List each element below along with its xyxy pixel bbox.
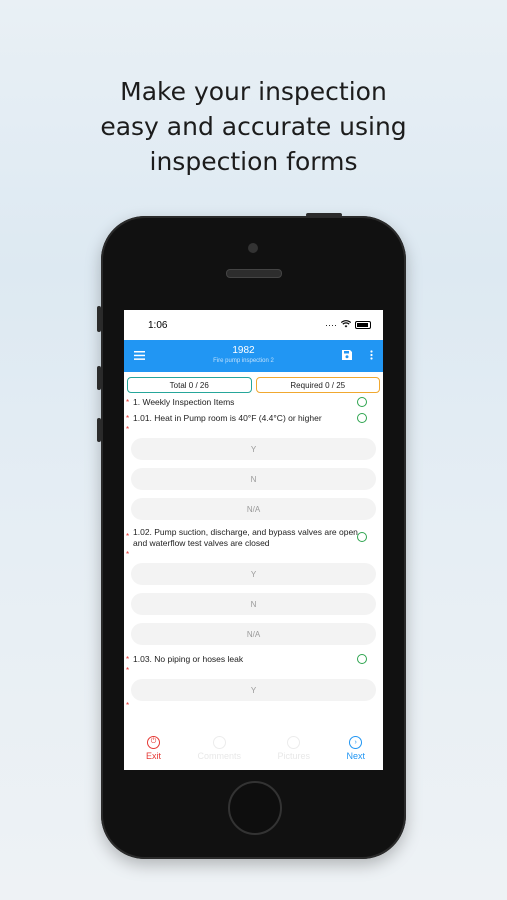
answer-yes-button[interactable]: Y <box>131 438 376 460</box>
power-button <box>306 213 342 217</box>
headline: Make your inspection easy and accurate u… <box>0 74 507 179</box>
question-1: * 1. Weekly Inspection Items <box>124 396 383 409</box>
progress-counters: Total 0 / 26 Required 0 / 25 <box>124 372 383 396</box>
pictures-button[interactable]: Pictures <box>277 735 310 761</box>
headline-line-2: easy and accurate using <box>100 112 407 141</box>
answer-required-marker: * <box>124 701 383 710</box>
answer-no-button[interactable]: N <box>131 593 376 615</box>
next-button[interactable]: › Next <box>346 735 365 761</box>
question-1-02-label: 1.02. Pump suction, discharge, and bypas… <box>133 527 358 548</box>
required-star: * <box>126 701 130 710</box>
answer-required-marker: * <box>124 666 383 675</box>
status-circle-icon <box>357 654 367 664</box>
required-star: * <box>126 655 130 664</box>
exit-icon: ⏻ <box>147 735 160 749</box>
question-1-03-label: 1.03. No piping or hoses leak <box>133 654 244 664</box>
question-1-01: * 1.01. Heat in Pump room is 40°F (4.4°C… <box>124 412 383 425</box>
required-star: * <box>126 414 130 423</box>
exit-label: Exit <box>146 750 162 761</box>
camera-icon <box>287 735 301 749</box>
mute-switch <box>97 306 101 332</box>
signal-icon: ···· <box>325 320 337 330</box>
status-icons: ···· <box>325 320 371 330</box>
phone-screen: 1:06 ···· 1982 Fire pump inspection 2 To… <box>124 310 383 770</box>
more-options-icon[interactable] <box>370 349 373 363</box>
front-camera <box>248 243 258 253</box>
comment-icon <box>212 735 226 749</box>
pictures-label: Pictures <box>277 750 310 761</box>
status-time: 1:06 <box>148 319 168 331</box>
headline-line-3: inspection forms <box>149 147 358 176</box>
form-title: 1982 <box>232 345 255 356</box>
answer-required-marker: * <box>124 550 383 559</box>
status-circle-icon <box>357 532 367 542</box>
home-button[interactable] <box>228 781 282 835</box>
earpiece-speaker <box>226 269 282 278</box>
answer-yes-button[interactable]: Y <box>131 563 376 585</box>
save-icon[interactable] <box>341 349 352 363</box>
required-star: * <box>126 425 130 434</box>
wifi-icon <box>340 320 352 330</box>
question-1-02: * 1.02. Pump suction, discharge, and byp… <box>124 526 383 550</box>
answer-na-button[interactable]: N/A <box>131 498 376 520</box>
app-bar-actions <box>341 349 373 363</box>
required-star: * <box>126 532 130 541</box>
total-counter: Total 0 / 26 <box>127 377 252 393</box>
answer-no-button[interactable]: N <box>131 468 376 490</box>
status-circle-icon <box>357 413 367 423</box>
required-counter: Required 0 / 25 <box>255 377 380 393</box>
question-1-label: 1. Weekly Inspection Items <box>133 397 235 407</box>
answer-required-marker: * <box>124 425 383 434</box>
volume-down-button <box>97 418 101 442</box>
answer-yes-button[interactable]: Y <box>131 679 376 701</box>
menu-icon[interactable] <box>134 347 145 365</box>
status-circle-icon <box>357 397 367 407</box>
exit-button[interactable]: ⏻ Exit <box>146 735 162 761</box>
battery-icon <box>355 321 371 329</box>
form-subtitle: Fire pump inspection 2 <box>213 358 274 364</box>
answer-na-button[interactable]: N/A <box>131 623 376 645</box>
required-star: * <box>126 550 130 559</box>
headline-line-1: Make your inspection <box>120 77 387 106</box>
required-star: * <box>126 666 130 675</box>
comments-label: Comments <box>197 750 241 761</box>
comments-button[interactable]: Comments <box>197 735 241 761</box>
next-label: Next <box>346 750 365 761</box>
status-bar: 1:06 ···· <box>124 310 383 340</box>
bottom-bar: ⏻ Exit Comments Pictures › Next <box>124 726 383 770</box>
required-star: * <box>126 398 130 407</box>
arrow-right-icon: › <box>349 735 363 749</box>
volume-up-button <box>97 366 101 390</box>
app-bar-title-block: 1982 Fire pump inspection 2 <box>213 346 274 366</box>
app-bar: 1982 Fire pump inspection 2 <box>124 340 383 372</box>
question-1-01-label: 1.01. Heat in Pump room is 40°F (4.4°C) … <box>133 413 322 423</box>
question-1-03: * 1.03. No piping or hoses leak <box>124 653 383 666</box>
